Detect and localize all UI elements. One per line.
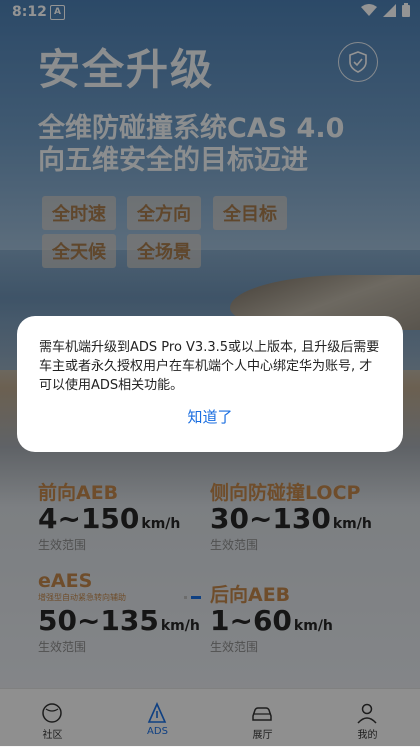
- dialog-message: 需车机端升级到ADS Pro V3.3.5或以上版本, 且升级后需要车主或者永久…: [39, 340, 380, 393]
- got-it-button[interactable]: 知道了: [17, 406, 403, 427]
- upgrade-dialog: 需车机端升级到ADS Pro V3.3.5或以上版本, 且升级后需要车主或者永久…: [17, 316, 403, 452]
